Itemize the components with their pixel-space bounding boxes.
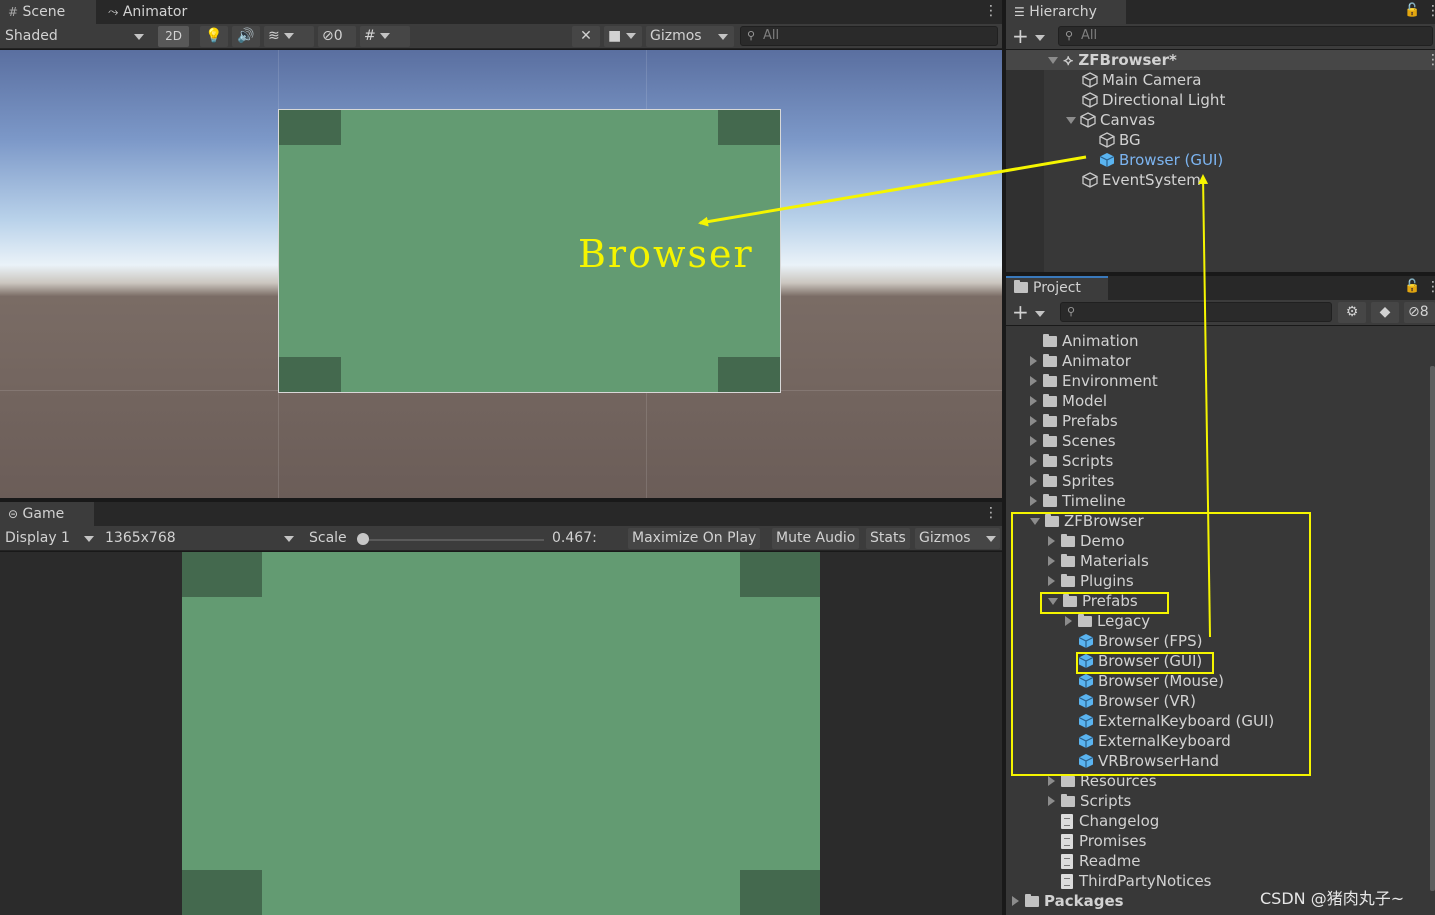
- annotation-arrows: [698, 155, 1211, 638]
- arrow-hierarchy-to-scene: [698, 155, 1087, 227]
- arrow-prefab-to-hierarchy: [1198, 174, 1211, 638]
